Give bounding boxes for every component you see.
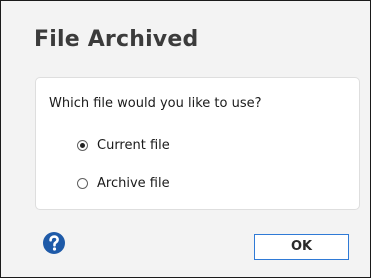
- ok-button[interactable]: OK: [254, 234, 349, 260]
- radio-option-archive-file[interactable]: Archive file: [77, 176, 170, 191]
- file-archived-dialog: File Archived Which file would you like …: [0, 0, 371, 278]
- radio-button-current-file[interactable]: [77, 140, 88, 151]
- radio-label-archive-file[interactable]: Archive file: [97, 176, 170, 191]
- question-text: Which file would you like to use?: [49, 96, 262, 111]
- radio-button-archive-file[interactable]: [77, 178, 88, 189]
- dialog-title: File Archived: [34, 27, 199, 52]
- radio-label-current-file[interactable]: Current file: [97, 138, 170, 153]
- radio-option-current-file[interactable]: Current file: [77, 138, 170, 153]
- question-circle-icon[interactable]: [42, 231, 66, 255]
- options-panel: Which file would you like to use? Curren…: [35, 77, 360, 210]
- radio-selected-dot: [80, 143, 85, 148]
